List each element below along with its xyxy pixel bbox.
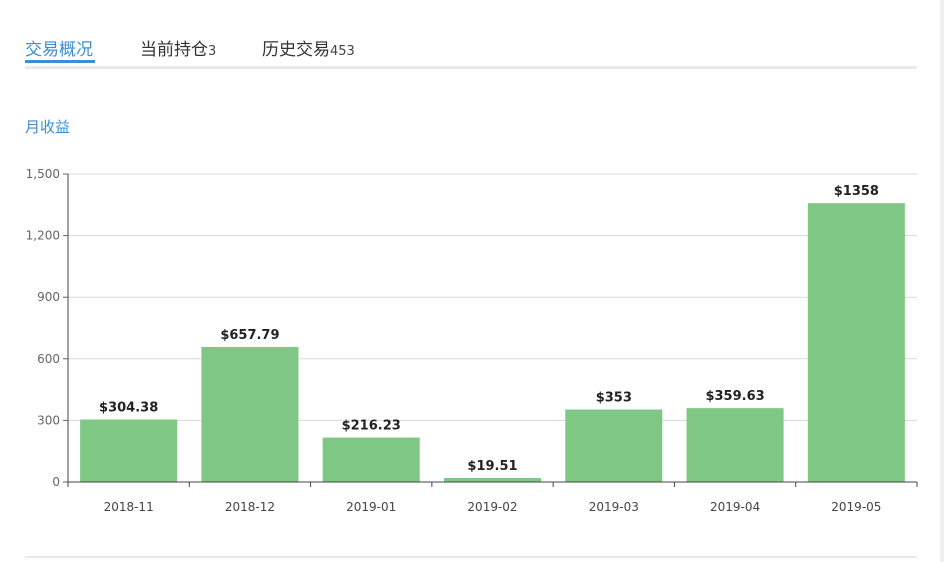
tab-positions[interactable]: 当前持仓3 [140, 35, 216, 60]
active-tab-indicator [25, 60, 95, 63]
y-tick-label: 900 [37, 290, 60, 304]
y-tick-label: 0 [52, 475, 60, 489]
tab-history[interactable]: 历史交易453 [262, 35, 355, 60]
y-tick-label: 300 [37, 413, 60, 427]
data-label: $216.23 [342, 419, 401, 434]
tab-overview-label: 交易概况 [25, 40, 93, 60]
bar [686, 408, 784, 482]
monthly-returns-chart: 0 300 600 900 1,200 1,500 $304.38 2018-11 $657.7… [26, 167, 918, 514]
y-tick-label: 1,500 [26, 167, 60, 181]
data-label: $657.79 [220, 328, 279, 343]
data-label: $353 [596, 391, 632, 406]
tab-positions-label: 当前持仓 [140, 40, 208, 60]
x-tick-label: 2018-12 [225, 500, 275, 514]
data-label: $19.51 [467, 459, 517, 474]
tab-positions-count: 3 [208, 44, 217, 59]
data-label: $304.38 [99, 401, 158, 416]
x-tick-label: 2019-02 [467, 500, 517, 514]
bar [201, 346, 299, 482]
x-tick-label: 2019-01 [346, 500, 396, 514]
tab-history-count: 453 [330, 44, 355, 59]
tab-history-label: 历史交易 [262, 40, 330, 60]
y-tick-label: 600 [37, 352, 60, 366]
section-title: 月收益 [25, 118, 71, 136]
bar [80, 419, 178, 482]
bar [565, 409, 663, 482]
data-label: $359.63 [705, 389, 764, 404]
bar [807, 203, 905, 482]
data-label: $1358 [834, 184, 879, 199]
bottom-divider [25, 556, 917, 558]
x-tick-label: 2019-05 [831, 500, 881, 514]
chart-card: 交易概况 当前持仓3 历史交易453 月收益 0 300 600 900 1,200 1,… [0, 0, 940, 562]
x-tick-label: 2019-04 [710, 500, 760, 514]
bar [322, 437, 420, 482]
x-tick-label: 2018-11 [104, 500, 154, 514]
x-tick-label: 2019-03 [589, 500, 639, 514]
y-tick-label: 1,200 [26, 229, 60, 243]
bar [443, 477, 542, 482]
tab-bar: 交易概况 当前持仓3 历史交易453 [25, 32, 917, 69]
tab-overview[interactable]: 交易概况 [25, 35, 95, 63]
